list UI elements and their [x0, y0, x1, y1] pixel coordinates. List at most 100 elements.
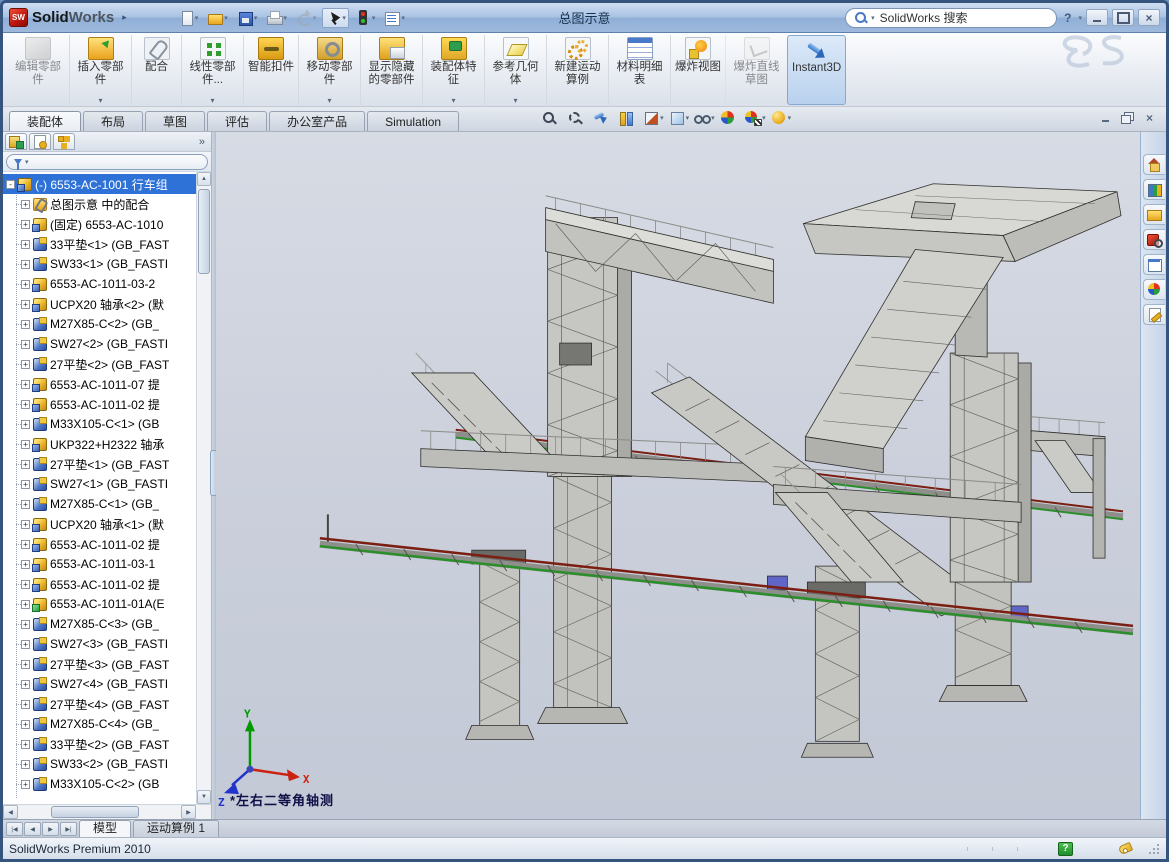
tree-item[interactable]: + UCPX20 轴承<1> (默 [3, 514, 196, 534]
doc-nav-button[interactable]: ◀ [24, 822, 41, 836]
bom-icon[interactable]: 材料明细表 ▾ [608, 35, 670, 105]
tree-expander[interactable]: + [21, 260, 30, 269]
tree-expander[interactable]: + [21, 680, 30, 689]
tree-item[interactable]: + UCPX20 轴承<2> (默 [3, 294, 196, 314]
scroll-down-icon[interactable]: ▼ [197, 790, 211, 804]
doc-nav-button[interactable]: ▶ [42, 822, 59, 836]
tab-motion-study-1[interactable]: 运动算例 1 [133, 820, 219, 837]
dropdown-caret-icon[interactable]: ▾ [513, 97, 517, 105]
tree-item[interactable]: + M33X105-C<2> (GB [3, 774, 196, 794]
tab-office-products[interactable]: 办公室产品 [269, 111, 365, 131]
tree-expander[interactable]: + [21, 500, 30, 509]
open-folder-icon[interactable]: ▾ [204, 8, 231, 28]
tab-assembly[interactable]: 装配体 [9, 111, 81, 131]
custom-properties-icon[interactable] [1143, 304, 1165, 325]
app-menu-button[interactable]: SW SolidWorks [9, 8, 114, 27]
move-component-icon[interactable]: 移动零部件 ▾ [298, 35, 360, 105]
filter-caret-icon[interactable]: ▾ [25, 158, 29, 166]
tree-item[interactable]: + M27X85-C<3> (GB_ [3, 614, 196, 634]
tab-evaluate[interactable]: 评估 [207, 111, 267, 131]
scroll-up-icon[interactable]: ▲ [197, 172, 211, 186]
panel-expand-button[interactable]: » [195, 136, 209, 148]
tree-item[interactable]: + 6553-AC-1011-02 提 [3, 394, 196, 414]
save-icon[interactable]: ▾ [234, 8, 261, 28]
tree-item[interactable]: + SW33<2> (GB_FASTI [3, 754, 196, 774]
scroll-right-icon[interactable]: ▶ [181, 805, 196, 819]
tree-item[interactable]: + 6553-AC-1011-03-1 [3, 554, 196, 574]
tree-expander[interactable]: + [21, 560, 30, 569]
tree-expander[interactable]: + [21, 400, 30, 409]
motion-study-icon[interactable]: 新建运动算例 ▾ [546, 35, 608, 105]
tree-item[interactable]: + 6553-AC-1011-02 提 [3, 534, 196, 554]
tree-horizontal-scrollbar[interactable]: ◀ ▶ [3, 804, 211, 819]
close-button[interactable]: × [1138, 9, 1160, 26]
dropdown-caret-icon[interactable]: ▾ [451, 97, 455, 105]
tree-expander[interactable]: + [21, 520, 30, 529]
tree-item[interactable]: + SW27<3> (GB_FASTI [3, 634, 196, 654]
tree-expander[interactable]: + [21, 380, 30, 389]
tree-item[interactable]: + SW27<1> (GB_FASTI [3, 474, 196, 494]
maximize-button[interactable] [1112, 9, 1134, 26]
tree-expander[interactable]: + [21, 660, 30, 669]
exploded-view-icon[interactable]: 爆炸视图 ▾ [670, 35, 725, 105]
tab-simulation[interactable]: Simulation [367, 111, 459, 131]
tree-expander[interactable]: + [21, 220, 30, 229]
tree-item[interactable]: + 6553-AC-1011-01A(E [3, 594, 196, 614]
dropdown-caret-icon[interactable]: ▾ [224, 14, 228, 22]
tree-expander[interactable]: + [21, 540, 30, 549]
linear-pattern-icon[interactable]: 线性零部件... ▾ [181, 35, 243, 105]
tree-item[interactable]: + SW33<1> (GB_FASTI [3, 254, 196, 274]
view-palette-icon[interactable] [1143, 254, 1165, 275]
tree-item[interactable]: + M27X85-C<4> (GB_ [3, 714, 196, 734]
quick-tips-help-icon[interactable]: ? [1058, 842, 1073, 856]
doc-nav-button[interactable]: |◀ [6, 822, 23, 836]
home-icon[interactable] [1143, 154, 1165, 175]
search-box[interactable]: ▾ [845, 8, 1057, 28]
search-options-caret-icon[interactable]: ▾ [871, 14, 875, 22]
doc-nav-button[interactable]: ▶| [60, 822, 77, 836]
dropdown-caret-icon[interactable]: ▾ [98, 97, 102, 105]
tree-vertical-scrollbar[interactable]: ▲ ▼ [196, 172, 211, 804]
tree-item[interactable]: + M27X85-C<1> (GB_ [3, 494, 196, 514]
search-results-icon[interactable] [1143, 229, 1165, 250]
design-library-icon[interactable] [1143, 179, 1165, 200]
tree-expander[interactable]: + [21, 580, 30, 589]
tree-expander[interactable]: + [21, 300, 30, 309]
options-list-icon[interactable]: ▾ [381, 8, 408, 28]
insert-component-icon[interactable]: 插入零部件 ▾ [69, 35, 131, 105]
help-button[interactable]: ? [1061, 11, 1074, 25]
tree-item[interactable]: + 总图示意 中的配合 [3, 194, 196, 214]
tree-expander[interactable]: + [21, 420, 30, 429]
horizontal-scroll-thumb[interactable] [51, 806, 139, 818]
tree-item[interactable]: + 27平垫<4> (GB_FAST [3, 694, 196, 714]
dropdown-caret-icon[interactable]: ▾ [327, 97, 331, 105]
zoom-area-icon[interactable]: ▾ [567, 110, 588, 126]
tree-item[interactable]: + UKP322+H2322 轴承 [3, 434, 196, 454]
dropdown-caret-icon[interactable]: ▾ [711, 114, 715, 122]
print-icon[interactable]: ▾ [263, 8, 290, 28]
tree-expander[interactable]: + [21, 240, 30, 249]
tree-expander[interactable]: + [21, 720, 30, 729]
tree-expander[interactable]: - [6, 180, 15, 189]
dropdown-caret-icon[interactable]: ▾ [686, 114, 690, 122]
dropdown-caret-icon[interactable]: ▾ [210, 97, 214, 105]
dropdown-caret-icon[interactable]: ▾ [342, 14, 346, 22]
hide-show-items-icon[interactable]: ▾ [694, 110, 715, 126]
tree-item[interactable]: + 27平垫<2> (GB_FAST [3, 354, 196, 374]
toolbar-flyout-icon[interactable]: ▸ [118, 9, 131, 26]
tree-item[interactable]: + M27X85-C<2> (GB_ [3, 314, 196, 334]
dropdown-caret-icon[interactable]: ▾ [660, 114, 664, 122]
tree-expander[interactable]: + [21, 440, 30, 449]
instant3d-icon[interactable]: Instant3D ▾ [787, 35, 846, 105]
reference-geometry-icon[interactable]: 参考几何体 ▾ [484, 35, 546, 105]
smart-fasteners-icon[interactable]: 智能扣件 ▾ [243, 35, 298, 105]
tree-expander[interactable]: + [21, 460, 30, 469]
previous-view-icon[interactable]: ▾ [592, 110, 613, 126]
traffic-light-icon[interactable]: ▾ [352, 8, 379, 28]
tree-expander[interactable]: + [21, 280, 30, 289]
tab-layout[interactable]: 布局 [83, 111, 143, 131]
tree-expander[interactable]: + [21, 780, 30, 789]
tree-expander[interactable]: + [21, 700, 30, 709]
tree-item[interactable]: + 6553-AC-1011-02 提 [3, 574, 196, 594]
display-style-icon[interactable]: ▾ [669, 110, 690, 126]
